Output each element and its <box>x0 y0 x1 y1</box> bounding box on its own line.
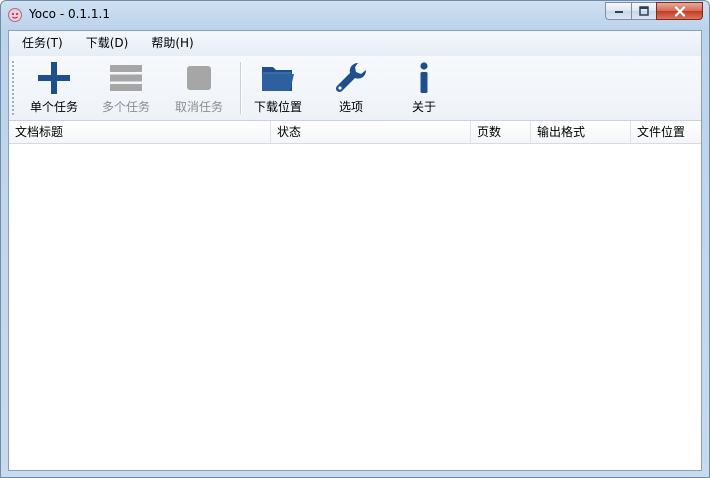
toolbar-grip[interactable] <box>12 60 14 116</box>
toolbar: 单个任务 多个任务 取消任务 下载位置 选项 关于 <box>9 56 701 121</box>
minimize-button[interactable] <box>605 2 631 20</box>
column-header-location[interactable]: 文件位置 <box>631 121 701 143</box>
minimize-icon <box>614 11 623 13</box>
single-task-label: 单个任务 <box>29 100 78 114</box>
about-label: 关于 <box>411 100 436 114</box>
cancel-task-label: 取消任务 <box>174 100 223 114</box>
options-label: 选项 <box>338 100 363 114</box>
task-list[interactable]: 文档标题 状态 页数 输出格式 文件位置 <box>9 121 701 470</box>
maximize-icon <box>639 6 649 16</box>
list-icon <box>110 65 142 91</box>
plus-icon <box>38 62 70 94</box>
column-header-title[interactable]: 文档标题 <box>9 121 271 143</box>
column-header-format[interactable]: 输出格式 <box>531 121 631 143</box>
multi-task-button[interactable]: 多个任务 <box>91 58 161 116</box>
toolbar-separator <box>240 62 242 114</box>
menu-download[interactable]: 下载(D) <box>76 33 139 54</box>
stop-icon <box>187 66 211 90</box>
column-header-status[interactable]: 状态 <box>271 121 471 143</box>
app-window: Yoco - 0.1.1.1 任务(T) 下载(D) 帮助(H) 单个任务 多个… <box>0 0 710 478</box>
folder-icon <box>262 67 294 91</box>
close-icon <box>674 5 685 17</box>
menu-bar: 任务(T) 下载(D) 帮助(H) <box>9 31 701 56</box>
options-button[interactable]: 选项 <box>316 58 386 116</box>
title-bar[interactable]: Yoco - 0.1.1.1 <box>1 1 709 29</box>
info-icon <box>420 62 428 93</box>
caption-buttons <box>605 2 703 20</box>
window-title: Yoco - 0.1.1.1 <box>29 7 110 21</box>
download-location-button[interactable]: 下载位置 <box>243 58 313 116</box>
menu-help[interactable]: 帮助(H) <box>141 33 203 54</box>
column-header-pages[interactable]: 页数 <box>471 121 531 143</box>
close-button[interactable] <box>656 2 703 20</box>
app-logo-icon <box>8 8 22 22</box>
client-area: 任务(T) 下载(D) 帮助(H) 单个任务 多个任务 取消任务 下载位置 选项… <box>8 30 702 471</box>
multi-task-label: 多个任务 <box>101 100 150 114</box>
cancel-task-button[interactable]: 取消任务 <box>164 58 234 116</box>
single-task-button[interactable]: 单个任务 <box>19 58 89 116</box>
download-location-label: 下载位置 <box>253 100 302 114</box>
menu-task[interactable]: 任务(T) <box>12 33 73 54</box>
wrench-icon <box>335 62 367 93</box>
task-list-header: 文档标题 状态 页数 输出格式 文件位置 <box>9 121 701 144</box>
about-button[interactable]: 关于 <box>389 58 459 116</box>
maximize-button[interactable] <box>631 2 656 20</box>
